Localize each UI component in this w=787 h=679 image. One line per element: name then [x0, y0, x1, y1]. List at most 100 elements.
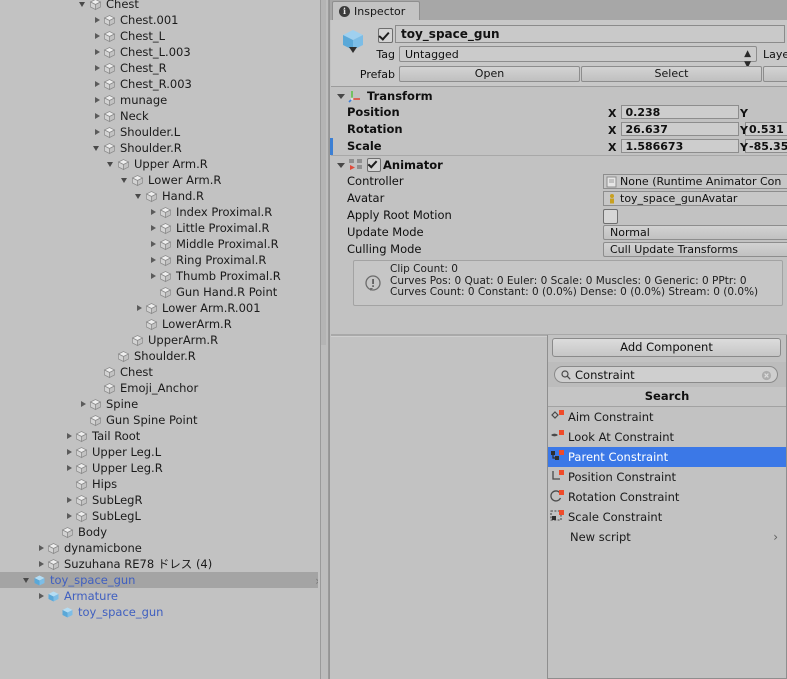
prefab-open-button[interactable]: Open — [399, 66, 580, 82]
expand-arrow-icon[interactable] — [64, 444, 75, 460]
component-search-input[interactable]: Constraint — [554, 366, 778, 383]
hierarchy-row-shoulder-l[interactable]: Shoulder.L — [0, 124, 330, 140]
hierarchy-row-toy-space-gun[interactable]: toy_space_gun — [0, 604, 330, 620]
hierarchy-row-neck[interactable]: Neck — [0, 108, 330, 124]
collapse-arrow-icon[interactable] — [106, 156, 117, 172]
hierarchy-row-hand-r[interactable]: Hand.R — [0, 188, 330, 204]
hierarchy-row-upper-leg-l[interactable]: Upper Leg.L — [0, 444, 330, 460]
hierarchy-row-thumb-proximal-r[interactable]: Thumb Proximal.R — [0, 268, 330, 284]
hierarchy-row-chest[interactable]: Chest — [0, 0, 330, 12]
hierarchy-row-lowerarm-r[interactable]: LowerArm.R — [0, 316, 330, 332]
expand-arrow-icon[interactable] — [134, 300, 145, 316]
collapse-arrow-icon[interactable] — [92, 140, 103, 156]
transform-rotation-x-field[interactable]: 26.637 — [621, 122, 739, 136]
transform-scale-x-field[interactable]: 1.586673 — [621, 139, 739, 153]
hierarchy-row-lower-arm-r-001[interactable]: Lower Arm.R.001 — [0, 300, 330, 316]
hierarchy-row-ring-proximal-r[interactable]: Ring Proximal.R — [0, 252, 330, 268]
tab-inspector[interactable]: i Inspector — [332, 1, 420, 20]
expand-arrow-icon[interactable] — [78, 396, 89, 412]
apply-root-motion-checkbox[interactable] — [603, 209, 618, 224]
hierarchy-row-chest-r-003[interactable]: Chest_R.003 — [0, 76, 330, 92]
hierarchy-row-middle-proximal-r[interactable]: Middle Proximal.R — [0, 236, 330, 252]
expand-arrow-icon[interactable] — [148, 268, 159, 284]
hierarchy-row-toy-space-gun[interactable]: toy_space_gun› — [0, 572, 330, 588]
hierarchy-row-index-proximal-r[interactable]: Index Proximal.R — [0, 204, 330, 220]
update-mode-dropdown[interactable]: Normal — [603, 225, 787, 240]
hierarchy-row-chest-r[interactable]: Chest_R — [0, 60, 330, 76]
expand-arrow-icon[interactable] — [92, 44, 103, 60]
expand-arrow-icon[interactable] — [92, 60, 103, 76]
hierarchy-row-munage[interactable]: munage — [0, 92, 330, 108]
hierarchy-row-chest-001[interactable]: Chest.001 — [0, 12, 330, 28]
chevron-down-icon[interactable] — [335, 157, 348, 173]
expand-arrow-icon[interactable] — [64, 460, 75, 476]
gameobject-enabled-checkbox[interactable] — [378, 28, 393, 43]
hierarchy-row-shoulder-r[interactable]: Shoulder.R — [0, 348, 330, 364]
expand-arrow-icon[interactable] — [92, 92, 103, 108]
collapse-arrow-icon[interactable] — [134, 188, 145, 204]
collapse-arrow-icon[interactable] — [22, 572, 33, 588]
expand-arrow-icon[interactable] — [92, 108, 103, 124]
component-item-scale-constraint[interactable]: Scale Constraint — [548, 507, 786, 527]
controller-object-field[interactable]: None (Runtime Animator Con — [603, 174, 787, 189]
add-component-button[interactable]: Add Component — [552, 338, 781, 357]
prefab-overrides-button[interactable]: O — [763, 66, 787, 82]
clear-search-icon[interactable] — [761, 370, 772, 381]
hierarchy-row-lower-arm-r[interactable]: Lower Arm.R — [0, 172, 330, 188]
expand-arrow-icon[interactable] — [36, 588, 47, 604]
component-item-rotation-constraint[interactable]: Rotation Constraint — [548, 487, 786, 507]
expand-arrow-icon[interactable] — [148, 252, 159, 268]
hierarchy-row-gun-hand-r-point[interactable]: Gun Hand.R Point — [0, 284, 330, 300]
hierarchy-row-upper-arm-r[interactable]: Upper Arm.R — [0, 156, 330, 172]
new-script-item[interactable]: New script› — [548, 527, 786, 547]
hierarchy-row-little-proximal-r[interactable]: Little Proximal.R — [0, 220, 330, 236]
hierarchy-row-upper-leg-r[interactable]: Upper Leg.R — [0, 460, 330, 476]
hierarchy-row-tail-root[interactable]: Tail Root — [0, 428, 330, 444]
hierarchy-row-chest-l-003[interactable]: Chest_L.003 — [0, 44, 330, 60]
hierarchy-row-spine[interactable]: Spine — [0, 396, 330, 412]
hierarchy-row-suzuhana-re78-4[interactable]: Suzuhana RE78 ドレス (4) — [0, 556, 330, 572]
collapse-arrow-icon[interactable] — [120, 172, 131, 188]
hierarchy-panel[interactable]: ChestChest.001Chest_LChest_L.003Chest_RC… — [0, 0, 330, 679]
avatar-object-field[interactable]: toy_space_gunAvatar — [603, 191, 787, 206]
expand-arrow-icon[interactable] — [92, 12, 103, 28]
hierarchy-row-body[interactable]: Body — [0, 524, 330, 540]
collapse-arrow-icon[interactable] — [78, 0, 89, 12]
animator-header[interactable]: Animator — [331, 156, 787, 173]
transform-position-x-field[interactable]: 0.238 — [621, 105, 739, 119]
expand-arrow-icon[interactable] — [36, 556, 47, 572]
hierarchy-row-chest-l[interactable]: Chest_L — [0, 28, 330, 44]
component-item-position-constraint[interactable]: Position Constraint — [548, 467, 786, 487]
hierarchy-row-sublegr[interactable]: SubLegR — [0, 492, 330, 508]
animator-enabled-checkbox[interactable] — [367, 158, 381, 172]
chevron-down-icon[interactable] — [335, 88, 348, 104]
hierarchy-row-armature[interactable]: Armature — [0, 588, 330, 604]
transform-header[interactable]: Transform — [331, 87, 787, 104]
expand-arrow-icon[interactable] — [148, 220, 159, 236]
component-item-parent-constraint[interactable]: Parent Constraint — [548, 447, 786, 467]
component-item-aim-constraint[interactable]: Aim Constraint — [548, 407, 786, 427]
component-item-look-at-constraint[interactable]: Look At Constraint — [548, 427, 786, 447]
expand-arrow-icon[interactable] — [64, 428, 75, 444]
hierarchy-row-sublegl[interactable]: SubLegL — [0, 508, 330, 524]
expand-arrow-icon[interactable] — [92, 76, 103, 92]
gameobject-name-field[interactable]: toy_space_gun — [395, 25, 785, 43]
expand-arrow-icon[interactable] — [148, 204, 159, 220]
expand-arrow-icon[interactable] — [148, 236, 159, 252]
scrollbar-thumb[interactable] — [321, 0, 326, 345]
hierarchy-row-emoji-anchor[interactable]: Emoji_Anchor — [0, 380, 330, 396]
prefab-select-button[interactable]: Select — [581, 66, 762, 82]
hierarchy-row-hips[interactable]: Hips — [0, 476, 330, 492]
expand-arrow-icon[interactable] — [64, 492, 75, 508]
expand-arrow-icon[interactable] — [92, 124, 103, 140]
hierarchy-row-dynamicbone[interactable]: dynamicbone — [0, 540, 330, 556]
culling-mode-dropdown[interactable]: Cull Update Transforms — [603, 242, 787, 257]
hierarchy-row-shoulder-r[interactable]: Shoulder.R — [0, 140, 330, 156]
expand-arrow-icon[interactable] — [64, 508, 75, 524]
tag-dropdown[interactable]: Untagged ▲▼ — [399, 46, 757, 62]
hierarchy-row-gun-spine-point[interactable]: Gun Spine Point — [0, 412, 330, 428]
hierarchy-row-chest[interactable]: Chest — [0, 364, 330, 380]
hierarchy-row-upperarm-r[interactable]: UpperArm.R — [0, 332, 330, 348]
expand-arrow-icon[interactable] — [36, 540, 47, 556]
expand-arrow-icon[interactable] — [92, 28, 103, 44]
